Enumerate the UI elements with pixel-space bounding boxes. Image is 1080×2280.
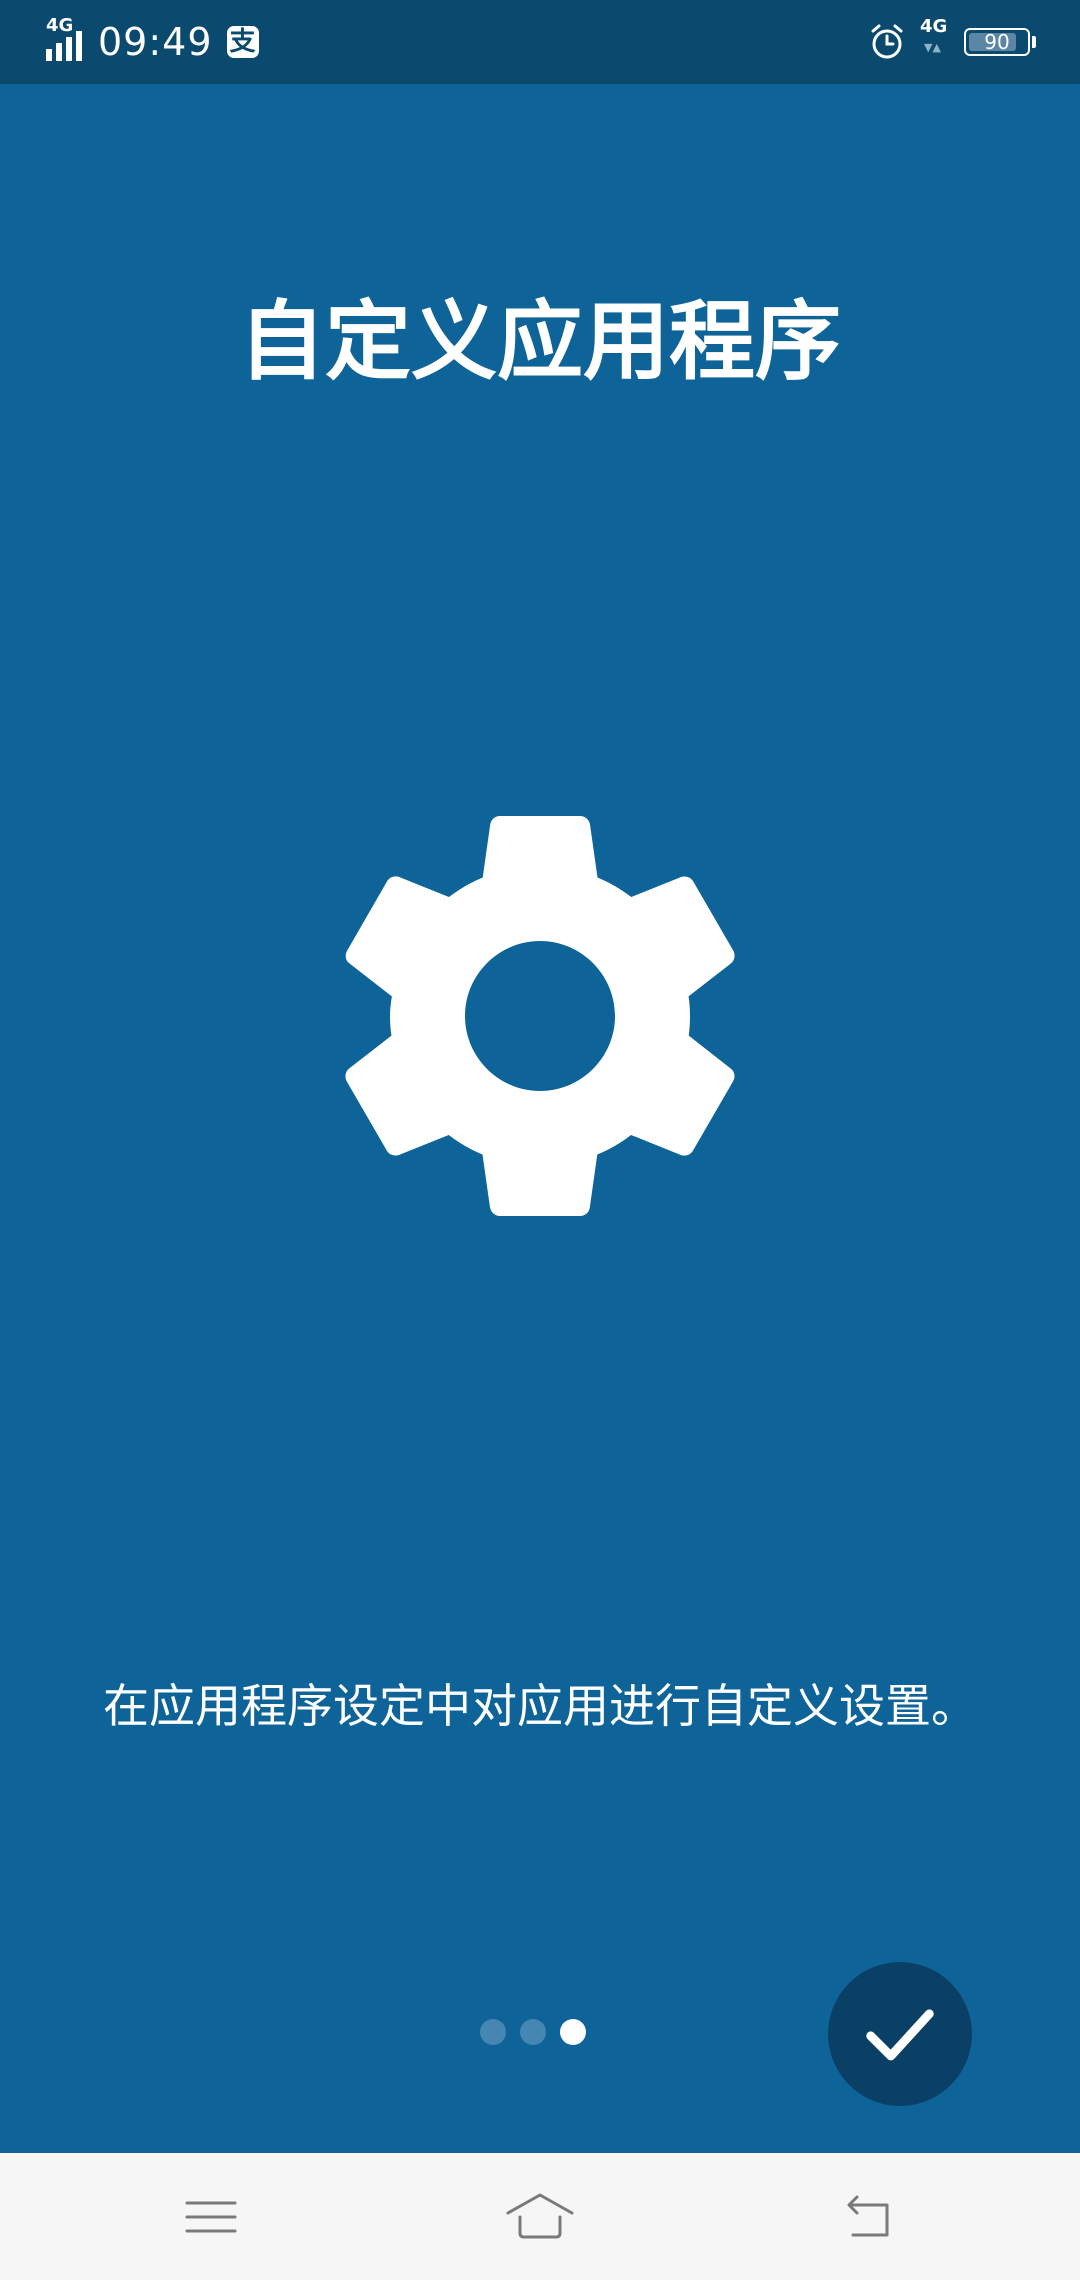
mobile-data-icon: 4G ▼▲ bbox=[920, 16, 948, 54]
alipay-icon: 支 bbox=[226, 26, 259, 58]
battery-level: 90 bbox=[984, 30, 1010, 54]
page-title: 自定义应用程序 bbox=[239, 292, 841, 392]
navigation-bar bbox=[0, 2153, 1080, 2280]
page-description: 在应用程序设定中对应用进行自定义设置。 bbox=[103, 1679, 977, 1733]
status-bar: 4G 09:49 支 4G ▼▲ 90 bbox=[0, 0, 1080, 84]
status-time: 09:49 bbox=[98, 20, 213, 64]
gear-icon bbox=[345, 816, 735, 1216]
nav-menu-button[interactable] bbox=[111, 2153, 311, 2280]
menu-icon bbox=[185, 2201, 237, 2232]
page-dot[interactable] bbox=[480, 2019, 506, 2045]
nav-back-button[interactable] bbox=[769, 2153, 969, 2280]
confirm-button[interactable] bbox=[828, 1962, 972, 2106]
network-type-right: 4G bbox=[920, 16, 948, 37]
signal-strength-icon: 4G bbox=[44, 17, 92, 67]
status-bar-left: 4G 09:49 支 bbox=[44, 0, 259, 84]
alarm-clock-icon bbox=[871, 24, 903, 59]
status-bar-right: 4G ▼▲ 90 bbox=[868, 0, 1036, 84]
page-dot[interactable] bbox=[520, 2019, 546, 2045]
nav-home-button[interactable] bbox=[440, 2153, 640, 2280]
battery-icon: 90 bbox=[964, 28, 1030, 56]
page-indicator bbox=[480, 2019, 586, 2045]
checkmark-icon bbox=[866, 2009, 934, 2061]
home-icon bbox=[506, 2193, 574, 2238]
page-dot-active[interactable] bbox=[560, 2019, 586, 2045]
back-icon bbox=[847, 2195, 889, 2236]
onboarding-screen: 4G 09:49 支 4G ▼▲ 90 自定义应用程序 在应用程序设定中对应用进… bbox=[0, 0, 1080, 2280]
